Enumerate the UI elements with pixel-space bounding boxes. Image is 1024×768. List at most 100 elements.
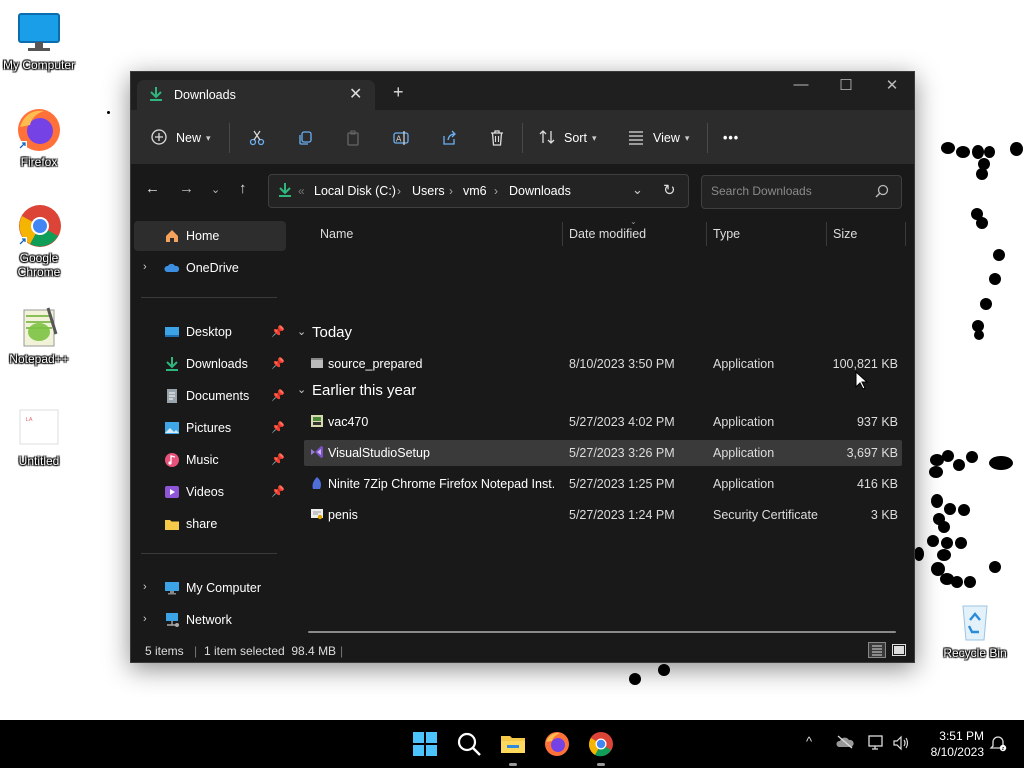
sidebar-item-label: Music	[186, 453, 219, 467]
close-window-button[interactable]: ✕	[877, 76, 907, 94]
file-row[interactable]: VisualStudioSetup 5/27/2023 3:26 PM Appl…	[304, 440, 902, 466]
column-header-size[interactable]: Size	[833, 227, 857, 241]
details-view-icon[interactable]	[868, 642, 886, 661]
desktop-icon-notepadpp[interactable]: Notepad++	[0, 304, 78, 366]
sidebar-item-downloads[interactable]: Downloads 📌	[134, 349, 286, 379]
chrome-icon[interactable]	[588, 731, 614, 757]
chevron-right-icon[interactable]: ›	[143, 261, 147, 273]
new-tab-button[interactable]: +	[393, 82, 404, 103]
column-divider[interactable]	[706, 222, 707, 246]
more-options-button[interactable]: •••	[723, 126, 739, 150]
firefox-icon[interactable]	[544, 731, 570, 757]
file-row[interactable]: Ninite 7Zip Chrome Firefox Notepad Inst.…	[304, 471, 902, 497]
desktop-icon-untitled[interactable]: ᴸᴬ Untitled	[0, 406, 78, 468]
pin-icon[interactable]: 📌	[271, 389, 285, 402]
new-button[interactable]: New ▾	[151, 126, 211, 150]
address-bar[interactable]: « Local Disk (C:) › Users › vm6 › Downlo…	[268, 174, 689, 208]
close-tab-icon[interactable]: ✕	[349, 84, 362, 104]
cut-icon[interactable]	[249, 126, 265, 150]
refresh-icon[interactable]: ↻	[663, 181, 676, 199]
app-installer-icon	[310, 414, 324, 428]
back-icon[interactable]: ←	[145, 180, 160, 197]
column-header-type[interactable]: Type	[713, 227, 740, 241]
forward-icon[interactable]: →	[179, 180, 194, 197]
onedrive-offline-icon[interactable]	[836, 735, 854, 752]
view-label: View	[653, 131, 680, 145]
sidebar-item-documents[interactable]: Documents 📌	[134, 381, 286, 411]
breadcrumb-local-disk[interactable]: Local Disk (C:)	[314, 184, 396, 198]
column-divider[interactable]	[826, 222, 827, 246]
videos-icon	[164, 484, 180, 503]
certificate-icon	[310, 507, 324, 521]
system-clock[interactable]: 3:51 PM 8/10/2023	[920, 728, 984, 760]
sidebar-item-share[interactable]: share	[134, 509, 286, 539]
share-icon[interactable]	[441, 126, 457, 150]
pin-icon[interactable]: 📌	[271, 357, 285, 370]
tab-downloads[interactable]: Downloads ✕	[137, 80, 375, 110]
pin-icon[interactable]: 📌	[271, 453, 285, 466]
horizontal-scrollbar[interactable]	[308, 631, 896, 633]
breadcrumb-downloads[interactable]: Downloads	[509, 184, 571, 198]
network-icon[interactable]	[868, 735, 886, 754]
desktop-icon-my-computer[interactable]: My Computer	[0, 10, 78, 72]
breadcrumb-vm6[interactable]: vm6	[463, 184, 487, 198]
status-bar: 5 items | 1 item selected 98.4 MB |	[131, 639, 914, 662]
recent-locations-icon[interactable]: ⌄	[211, 183, 220, 196]
firefox-icon	[16, 107, 62, 153]
chevron-right-icon[interactable]: ›	[143, 581, 147, 593]
file-row[interactable]: source_prepared 8/10/2023 3:50 PM Applic…	[304, 351, 902, 377]
sort-button[interactable]: Sort ▾	[539, 126, 596, 150]
pictures-icon	[164, 420, 180, 439]
rename-icon[interactable]: A	[393, 126, 409, 150]
desktop-icon-firefox[interactable]: Firefox	[0, 107, 78, 169]
sidebar-item-home[interactable]: Home	[134, 221, 286, 251]
sidebar-item-label: Desktop	[186, 325, 232, 339]
tiles-view-icon[interactable]	[891, 642, 907, 661]
maximize-button[interactable]: ☐	[831, 76, 861, 94]
desktop-icon-chrome[interactable]: Google Chrome	[0, 203, 78, 279]
search-input[interactable]	[709, 183, 873, 199]
desktop-icon-recycle-bin[interactable]: Recycle Bin	[936, 598, 1014, 660]
copy-icon[interactable]	[297, 126, 313, 150]
minimize-button[interactable]: —	[786, 76, 816, 93]
search-box[interactable]	[701, 175, 902, 209]
volume-icon[interactable]	[892, 735, 910, 754]
file-type: Application	[713, 446, 775, 460]
column-divider[interactable]	[905, 222, 906, 246]
up-icon[interactable]: ↑	[239, 180, 247, 197]
sidebar-item-pictures[interactable]: Pictures 📌	[134, 413, 286, 443]
plus-circle-icon	[151, 128, 167, 148]
column-header-name[interactable]: Name	[320, 227, 353, 241]
search-icon[interactable]	[456, 731, 482, 757]
file-date: 5/27/2023 1:25 PM	[569, 477, 675, 491]
sort-label: Sort	[564, 131, 587, 145]
chevron-right-icon[interactable]: ›	[143, 613, 147, 625]
chevron-down-icon[interactable]: ⌄	[632, 182, 643, 198]
pin-icon[interactable]: 📌	[271, 485, 285, 498]
sidebar-item-onedrive[interactable]: › OneDrive	[134, 253, 286, 283]
file-row[interactable]: penis 5/27/2023 1:24 PM Security Certifi…	[304, 502, 902, 528]
desktop-folder-icon	[164, 324, 180, 343]
sidebar-item-videos[interactable]: Videos 📌	[134, 477, 286, 507]
file-date: 8/10/2023 3:50 PM	[569, 357, 675, 371]
file-row[interactable]: vac470 5/27/2023 4:02 PM Application 937…	[304, 409, 902, 435]
start-icon[interactable]	[412, 731, 438, 757]
pin-icon[interactable]: 📌	[271, 421, 285, 434]
sidebar-item-desktop[interactable]: Desktop 📌	[134, 317, 286, 347]
file-explorer-icon[interactable]	[500, 731, 526, 757]
show-hidden-icons-chevron-icon[interactable]: ^	[806, 734, 812, 749]
network-icon	[164, 612, 180, 631]
breadcrumb-users[interactable]: Users	[412, 184, 445, 198]
view-button[interactable]: View ▾	[628, 126, 689, 150]
delete-icon[interactable]	[489, 126, 505, 150]
pin-icon[interactable]: 📌	[271, 325, 285, 338]
paste-icon[interactable]	[345, 126, 361, 150]
column-header-date[interactable]: Date modified	[569, 227, 646, 241]
column-divider[interactable]	[562, 222, 563, 246]
sidebar-item-my-computer[interactable]: › My Computer	[134, 573, 286, 603]
file-type: Application	[713, 477, 775, 491]
breadcrumb-overflow[interactable]: «	[298, 184, 305, 198]
sidebar-item-music[interactable]: Music 📌	[134, 445, 286, 475]
notifications-icon[interactable]: z	[989, 735, 1007, 756]
sidebar-item-network[interactable]: › Network	[134, 605, 286, 635]
